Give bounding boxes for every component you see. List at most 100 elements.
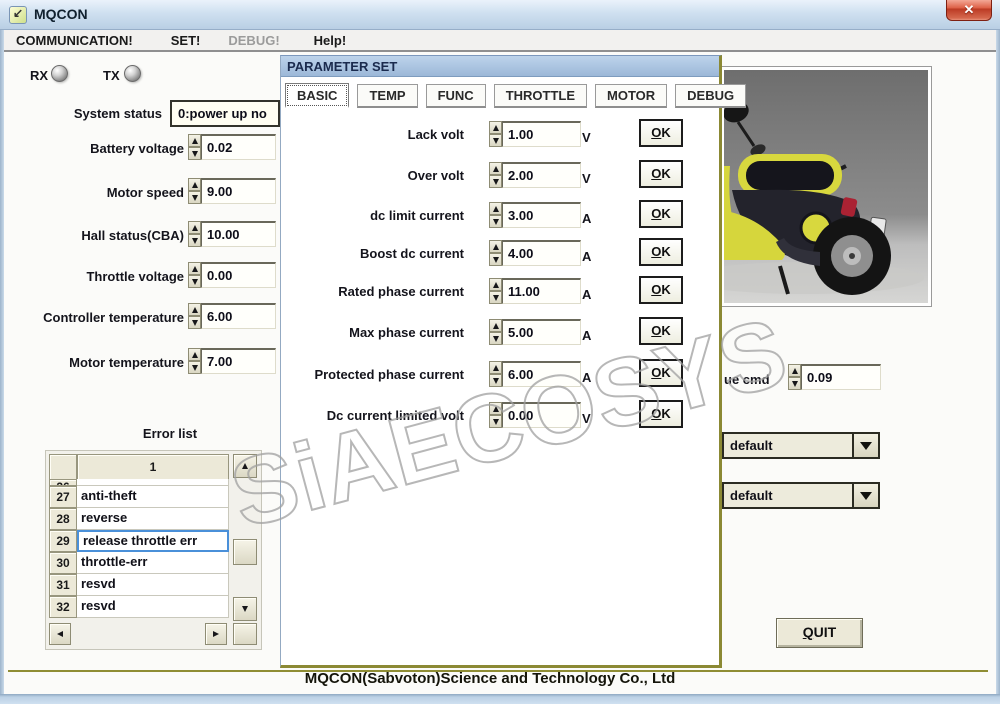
tab-motor[interactable]: MOTOR [595, 84, 668, 108]
quit-button[interactable]: QUIT [776, 618, 863, 648]
spinner-down-icon[interactable] [489, 415, 502, 428]
grid-row-number[interactable]: 28 [49, 508, 77, 530]
spinner-down-icon[interactable] [188, 361, 201, 374]
dropdown-1[interactable]: default [722, 432, 880, 459]
param-value[interactable]: 6.00 [502, 361, 581, 387]
grid-row-number[interactable]: 27 [49, 486, 77, 508]
param-value[interactable]: 4.00 [502, 240, 581, 266]
spinner-up-icon[interactable] [489, 121, 502, 134]
torque-cmd-value[interactable]: 0.09 [801, 364, 881, 390]
spinner-up-icon[interactable] [188, 134, 201, 147]
scroll-right-button[interactable] [205, 623, 227, 645]
param-value[interactable]: 1.00 [502, 121, 581, 147]
grid-column-header[interactable]: 1 [77, 454, 229, 480]
grid-row-number[interactable]: 29 [49, 530, 77, 552]
spinner-down-icon[interactable] [188, 191, 201, 204]
ok-button[interactable]: OK [639, 200, 683, 228]
spinner-up-icon[interactable] [489, 240, 502, 253]
spinner-down-icon[interactable] [788, 377, 801, 390]
spinner-down-icon[interactable] [188, 234, 201, 247]
chevron-down-icon[interactable] [852, 484, 878, 507]
tab-temp[interactable]: TEMP [357, 84, 418, 108]
grid-cell[interactable] [77, 479, 229, 486]
menu-set[interactable]: SET! [161, 33, 211, 48]
scroll-thumb[interactable] [233, 539, 257, 565]
ok-button[interactable]: OK [639, 238, 683, 266]
spinner-up-icon[interactable] [489, 162, 502, 175]
spinner-up-icon[interactable] [788, 364, 801, 377]
ok-button[interactable]: OK [639, 359, 683, 387]
spinner-up-icon[interactable] [188, 221, 201, 234]
scroll-left-button[interactable] [49, 623, 71, 645]
param-label: Boost dc current [359, 246, 464, 261]
tab-separator [351, 87, 356, 104]
spinner-down-icon[interactable] [489, 332, 502, 345]
spinner-down-icon[interactable] [188, 147, 201, 160]
tab-throttle[interactable]: THROTTLE [493, 84, 588, 108]
grid-corner-cell[interactable] [49, 454, 77, 480]
grid-row-number[interactable]: 30 [49, 552, 77, 574]
param-field: 3.00 [489, 202, 581, 228]
scroll-corner[interactable] [233, 623, 257, 645]
spinner-up-icon[interactable] [188, 348, 201, 361]
grid-cell[interactable]: resvd [77, 596, 229, 618]
menu-help[interactable]: Help! [304, 33, 357, 48]
ok-button[interactable]: OK [639, 276, 683, 304]
grid-row-number[interactable]: 31 [49, 574, 77, 596]
spinner-down-icon[interactable] [489, 253, 502, 266]
scroll-down-button[interactable] [233, 597, 257, 621]
ok-button[interactable]: OK [639, 400, 683, 428]
ok-button[interactable]: OK [639, 160, 683, 188]
param-field: 5.00 [489, 319, 581, 345]
spinner-up-icon[interactable] [489, 402, 502, 415]
spinner-up-icon[interactable] [489, 319, 502, 332]
motor-temperature-value[interactable]: 7.00 [201, 348, 276, 374]
grid-row-number[interactable]: 32 [49, 596, 77, 618]
system-status-combo[interactable]: 0:power up no [170, 100, 280, 127]
param-value[interactable]: 3.00 [502, 202, 581, 228]
scroll-up-button[interactable] [233, 454, 257, 478]
spinner-down-icon[interactable] [489, 175, 502, 188]
tab-separator [487, 87, 492, 104]
tab-func[interactable]: FUNC [425, 84, 486, 108]
param-value[interactable]: 2.00 [502, 162, 581, 188]
spinner-up-icon[interactable] [188, 262, 201, 275]
ok-button[interactable]: OK [639, 317, 683, 345]
dialog-title[interactable]: PARAMETER SET [281, 56, 719, 77]
motor-speed-value[interactable]: 9.00 [201, 178, 276, 204]
spinner-down-icon[interactable] [188, 275, 201, 288]
param-value[interactable]: 0.00 [502, 402, 581, 428]
spinner-up-icon[interactable] [489, 278, 502, 291]
tab-debug[interactable]: DEBUG [675, 84, 747, 108]
grid-cell[interactable]: reverse [77, 508, 229, 530]
param-value[interactable]: 5.00 [502, 319, 581, 345]
spinner-down-icon[interactable] [188, 316, 201, 329]
grid-cell[interactable]: throttle-err [77, 552, 229, 574]
ok-button[interactable]: OK [639, 119, 683, 147]
spinner-up-icon[interactable] [489, 361, 502, 374]
spinner-up-icon[interactable] [188, 178, 201, 191]
motor-temperature-label: Motor temperature [69, 355, 184, 370]
spinner-down-icon[interactable] [489, 215, 502, 228]
param-unit: A [582, 287, 592, 302]
grid-cell[interactable]: anti-theft [77, 486, 229, 508]
param-value[interactable]: 11.00 [502, 278, 581, 304]
grid-row-number[interactable]: 26 [49, 479, 77, 486]
spinner-down-icon[interactable] [489, 291, 502, 304]
menu-communication[interactable]: COMMUNICATION! [6, 33, 143, 48]
grid-cell[interactable]: resvd [77, 574, 229, 596]
spinner-up-icon[interactable] [489, 202, 502, 215]
controller-temperature-value[interactable]: 6.00 [201, 303, 276, 329]
close-button[interactable]: ✕ [946, 0, 992, 21]
motor-speed-field: 9.00 [188, 178, 276, 204]
throttle-voltage-value[interactable]: 0.00 [201, 262, 276, 288]
spinner-down-icon[interactable] [489, 374, 502, 387]
battery-voltage-value[interactable]: 0.02 [201, 134, 276, 160]
chevron-down-icon[interactable] [852, 434, 878, 457]
grid-cell-selected[interactable]: release throttle err [77, 530, 229, 552]
tab-basic[interactable]: BASIC [285, 83, 350, 108]
dropdown-2[interactable]: default [722, 482, 880, 509]
spinner-down-icon[interactable] [489, 134, 502, 147]
hall-status-value[interactable]: 10.00 [201, 221, 276, 247]
spinner-up-icon[interactable] [188, 303, 201, 316]
